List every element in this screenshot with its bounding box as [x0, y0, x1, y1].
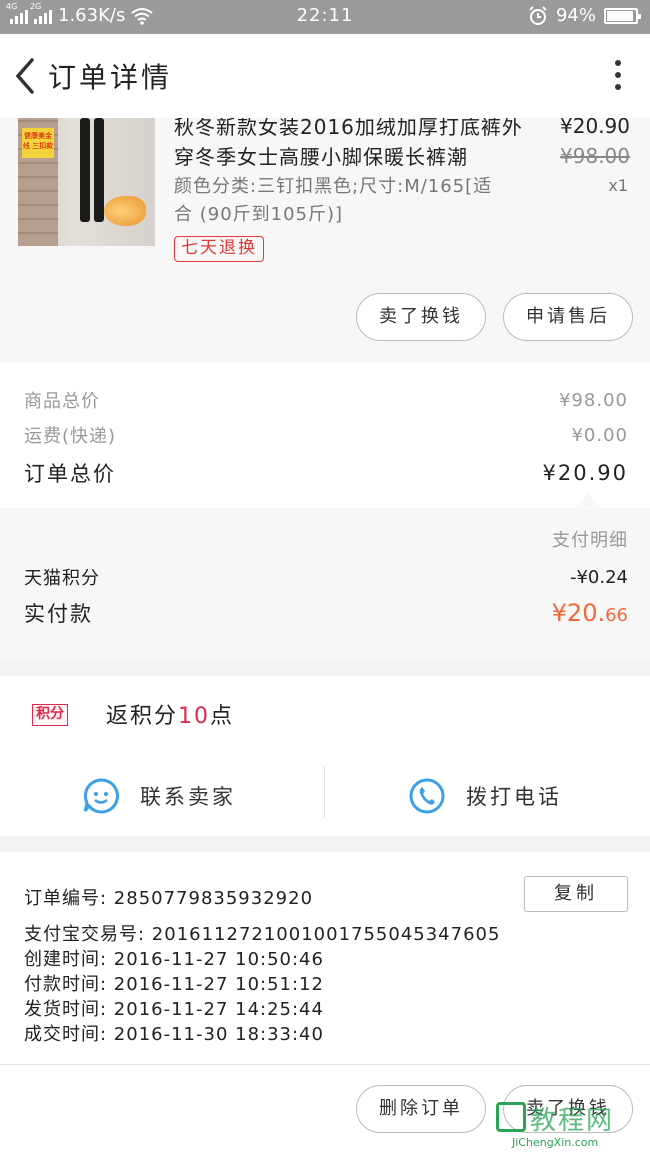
tmall-points-label: 天猫积分 [24, 568, 100, 589]
completed-time: 成交时间: 2016-11-30 18:33:40 [24, 1024, 324, 1045]
price-summary: 商品总价 ¥98.00 运费(快递) ¥0.00 订单总价 ¥20.90 [0, 363, 650, 508]
points-contact-section: 积分 返积分10点 联系卖家 拨打电话 [0, 676, 650, 836]
contact-seller-label: 联系卖家 [140, 785, 236, 809]
points-suffix: 点 [210, 704, 235, 729]
watermark-text: 教程网 [530, 1106, 615, 1136]
product-spec: 颜色分类:三钉扣黑色;尺寸:M/165[适合 (90斤到105斤)] [174, 176, 493, 225]
call-phone-button[interactable]: 拨打电话 [408, 768, 562, 824]
battery-percent: 94% [555, 5, 596, 26]
order-total-value: ¥20.90 [542, 461, 628, 485]
back-arrow-icon[interactable] [8, 54, 48, 98]
after-sale-button[interactable]: 申请售后 [503, 293, 633, 341]
product-title[interactable]: 秋冬新款女装2016加绒加厚打底裤外穿冬季女士高腰小脚保暖长裤潮 [174, 118, 534, 172]
watermark-logo [496, 1102, 526, 1132]
shipping-row: 运费(快递) ¥0.00 [24, 422, 628, 448]
battery-icon [604, 7, 641, 24]
caret-pointer [576, 493, 600, 507]
tmall-points-value: -¥0.24 [569, 566, 628, 588]
payment-detail: 支付明细 天猫积分 -¥0.24 实付款 ¥20.66 [0, 508, 650, 660]
contact-seller-button[interactable]: 联系卖家 [82, 768, 236, 824]
goods-total-label: 商品总价 [24, 391, 100, 412]
status-right: 94% [528, 5, 641, 26]
order-total-label: 订单总价 [24, 462, 116, 486]
order-info: 订单编号: 2850779835932920 复制 支付宝交易号: 201611… [0, 852, 650, 1064]
chat-bubble-icon [83, 778, 119, 814]
paid-label: 实付款 [24, 602, 93, 626]
return-policy-badge: 七天退换 [174, 236, 264, 262]
points-badge: 积分 [32, 704, 68, 726]
call-phone-label: 拨打电话 [466, 785, 562, 809]
product-original-price: ¥98.00 [560, 144, 630, 168]
order-number: 订单编号: 2850779835932920 [24, 888, 314, 909]
product-thumbnail[interactable]: 健康美金线 三扣款 [18, 118, 155, 246]
alipay-number: 支付宝交易号: 2016112721001001755045347605 [24, 924, 501, 945]
tmall-points-row: 天猫积分 -¥0.24 [24, 564, 628, 590]
product-price: ¥20.90 [560, 118, 630, 138]
delete-order-button[interactable]: 删除订单 [356, 1085, 486, 1133]
page-title: 订单详情 [48, 61, 173, 94]
shipping-label: 运费(快递) [24, 426, 117, 447]
points-text: 返积分10点 [106, 698, 234, 730]
paid-time: 付款时间: 2016-11-27 10:51:12 [24, 974, 324, 995]
order-total-row: 订单总价 ¥20.90 [24, 458, 628, 488]
shipped-time: 发货时间: 2016-11-27 14:25:44 [24, 999, 324, 1020]
shipping-value: ¥0.00 [571, 424, 628, 446]
sell-for-cash-button[interactable]: 卖了换钱 [356, 293, 486, 341]
watermark-url: JiChengXin.com [512, 1136, 599, 1149]
paid-value: ¥20.66 [552, 599, 628, 627]
points-amount: 10 [178, 704, 211, 729]
watermark: 教程网 JiChengXin.com [496, 1098, 646, 1154]
copy-button[interactable]: 复制 [524, 876, 628, 912]
alarm-icon [529, 5, 547, 25]
phone-icon [409, 778, 445, 814]
points-prefix: 返积分 [106, 704, 179, 729]
thumbnail-tag: 健康美金线 三扣款 [22, 128, 54, 158]
paid-value-main: ¥20. [551, 599, 606, 627]
created-time: 创建时间: 2016-11-27 10:50:46 [24, 949, 324, 970]
product-card[interactable]: 健康美金线 三扣款 秋冬新款女装2016加绒加厚打底裤外穿冬季女士高腰小脚保暖长… [0, 118, 650, 363]
status-bar: 4G 2G 1.63K/s 22:11 94% [0, 0, 650, 34]
goods-total-row: 商品总价 ¥98.00 [24, 387, 628, 413]
nav-bar: 订单详情 [0, 34, 650, 118]
payment-detail-header: 支付明细 [24, 526, 628, 552]
divider [324, 766, 325, 818]
product-quantity: x1 [608, 176, 628, 195]
paid-value-cents: 66 [605, 605, 628, 626]
payment-detail-label: 支付明细 [552, 530, 628, 551]
goods-total-value: ¥98.00 [559, 389, 628, 411]
more-menu-icon[interactable] [608, 56, 628, 96]
paid-row: 实付款 ¥20.66 [24, 598, 628, 628]
